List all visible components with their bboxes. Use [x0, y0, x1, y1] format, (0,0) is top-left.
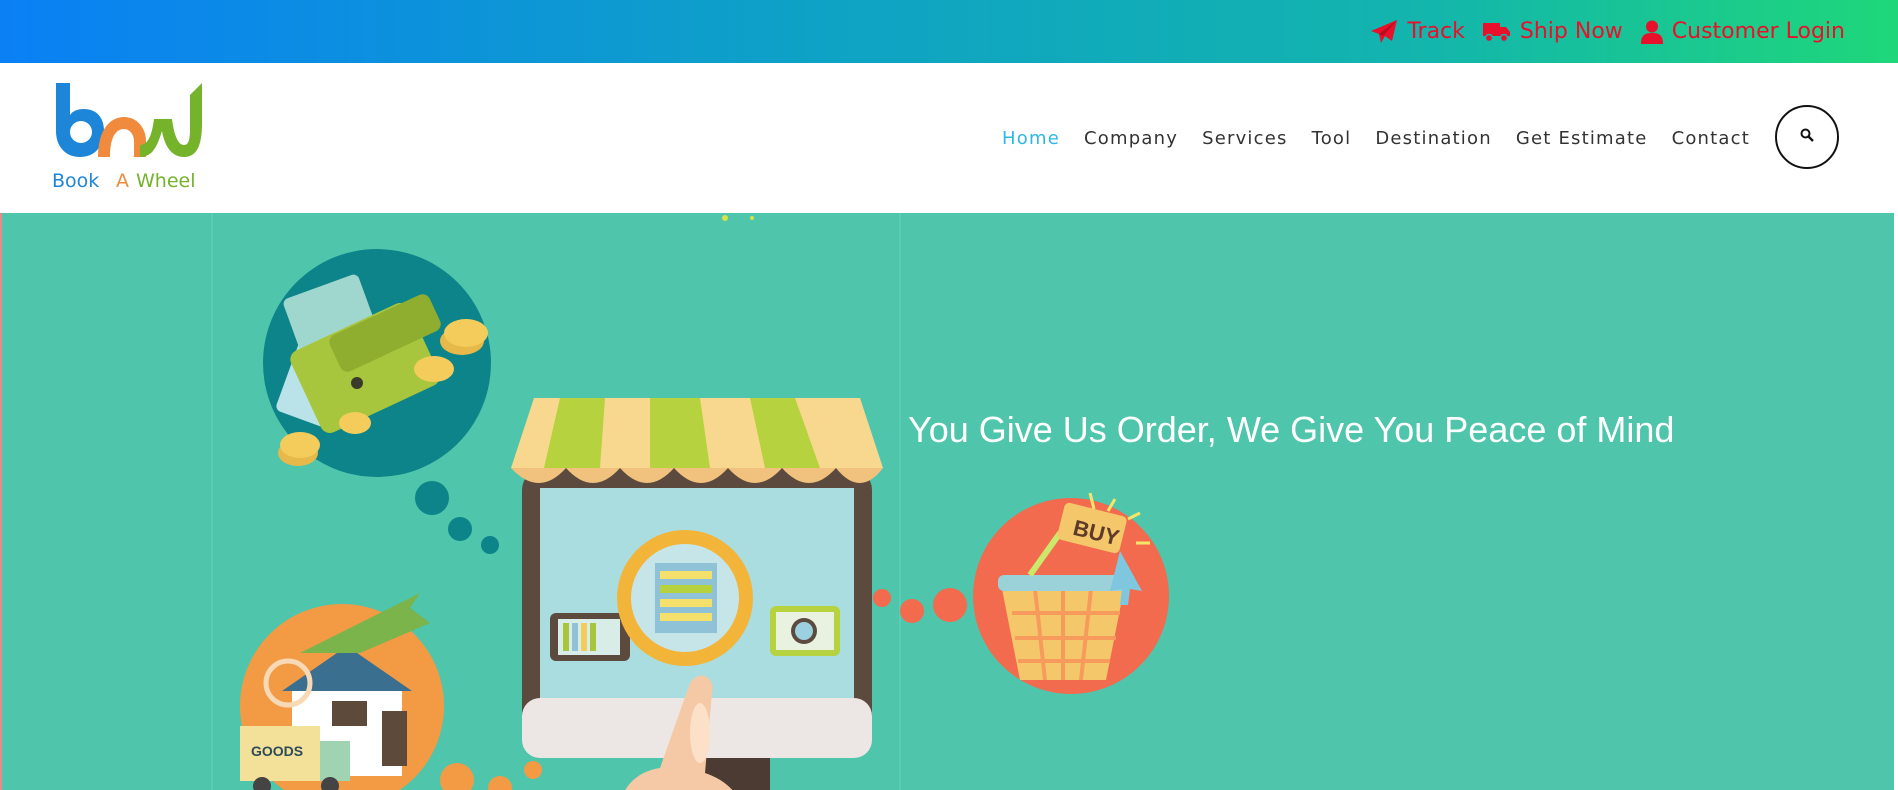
- main-nav: Home Company Services Tool Destination G…: [1002, 63, 1750, 213]
- nav-item-contact[interactable]: Contact: [1672, 128, 1750, 149]
- hero-illustration: GOODS BUY: [211, 213, 1169, 790]
- nav-item-company[interactable]: Company: [1084, 128, 1178, 149]
- user-icon: [1640, 20, 1663, 44]
- search-icon: [1800, 128, 1814, 147]
- track-link-label: Track: [1407, 19, 1465, 44]
- truck-icon: [1482, 21, 1511, 43]
- customer-login-link[interactable]: Customer Login: [1640, 19, 1845, 44]
- track-link[interactable]: Track: [1370, 19, 1465, 45]
- top-bar: Track Ship Now Customer Login: [0, 0, 1898, 63]
- nav-item-services[interactable]: Services: [1202, 128, 1288, 149]
- page-edge: [1894, 63, 1898, 790]
- svg-text:A: A: [116, 170, 129, 192]
- site-header: Book A Wheel Home Company Services Tool …: [0, 63, 1898, 213]
- basket-bubble: BUY: [973, 492, 1169, 694]
- book-a-wheel-logo[interactable]: Book A Wheel: [48, 83, 208, 195]
- ship-now-link[interactable]: Ship Now: [1482, 19, 1623, 44]
- hero-banner: GOODS BUY You Give Us Order, We Give You…: [0, 213, 1898, 790]
- svg-text:Wheel: Wheel: [136, 170, 196, 192]
- ship-now-link-label: Ship Now: [1519, 19, 1623, 44]
- top-links: Track Ship Now Customer Login: [1370, 0, 1845, 63]
- customer-login-link-label: Customer Login: [1671, 19, 1845, 44]
- search-button[interactable]: [1775, 105, 1839, 169]
- goods-label: GOODS: [251, 743, 303, 759]
- svg-text:Book: Book: [52, 170, 99, 192]
- paper-plane-icon: [1370, 19, 1398, 45]
- nav-item-destination[interactable]: Destination: [1375, 128, 1492, 149]
- nav-item-tool[interactable]: Tool: [1312, 128, 1352, 149]
- delivery-bubble: GOODS: [240, 593, 444, 790]
- hero-title: You Give Us Order, We Give You Peace of …: [908, 409, 1675, 450]
- wallet-bubble: [263, 249, 491, 477]
- nav-item-get-estimate[interactable]: Get Estimate: [1516, 128, 1648, 149]
- nav-item-home[interactable]: Home: [1002, 128, 1060, 149]
- storefront-monitor: [511, 398, 883, 790]
